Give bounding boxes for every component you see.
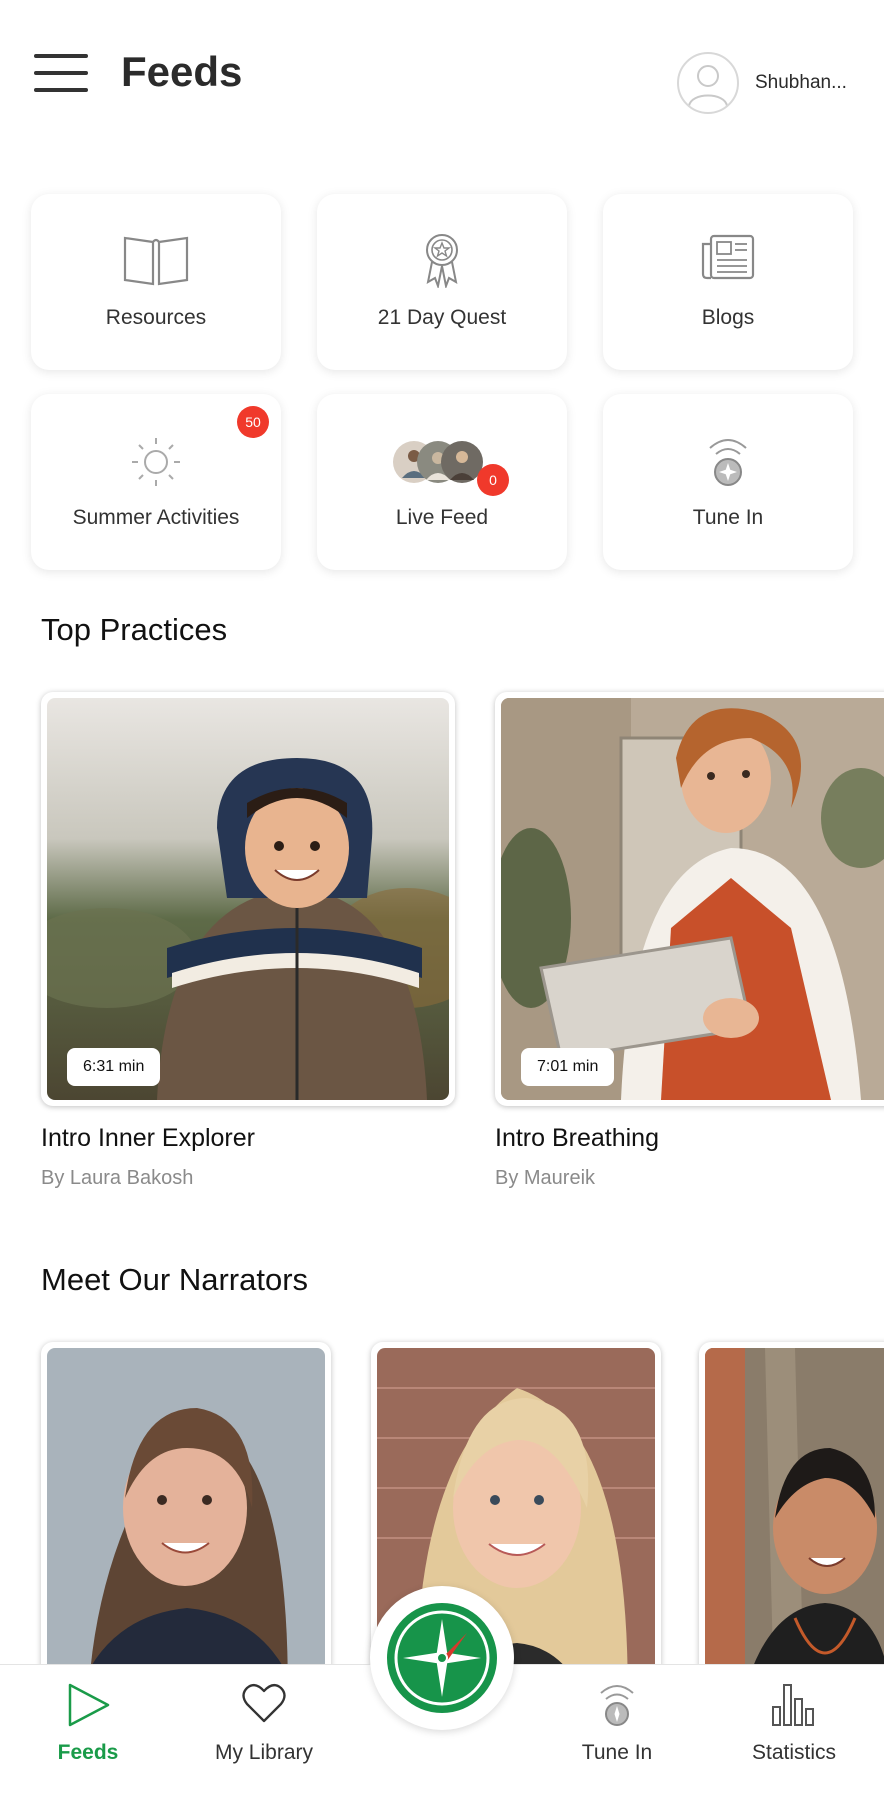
notification-badge: 0 [477, 464, 509, 496]
practice-card[interactable]: 7:01 min Intro Breathing By Maureik [495, 692, 884, 1190]
live-feed-thumbnails [392, 436, 492, 495]
section-title-top-practices: Top Practices [41, 612, 228, 647]
bar-chart-icon [771, 1681, 817, 1732]
tile-live-feed[interactable]: 0 Live Feed [317, 394, 567, 570]
nav-tune-in[interactable]: Tune In [537, 1665, 697, 1794]
notification-badge: 50 [237, 406, 269, 438]
duration-badge: 6:31 min [67, 1048, 161, 1086]
duration-badge: 7:01 min [521, 1048, 615, 1086]
tile-resources[interactable]: Resources [31, 194, 281, 370]
user-profile[interactable]: Shubhan... [677, 52, 847, 114]
tile-label: Resources [105, 306, 207, 329]
compass-icon [387, 1603, 497, 1713]
book-icon [121, 232, 191, 293]
avatar-icon [677, 52, 739, 114]
practice-author: By Maureik [495, 1167, 596, 1189]
user-name: Shubhan... [755, 72, 847, 93]
practice-title: Intro Breathing [495, 1124, 659, 1152]
award-ribbon-icon [420, 232, 464, 293]
tile-tune-in[interactable]: Tune In [603, 394, 853, 570]
newspaper-icon [699, 232, 757, 287]
nav-label: Feeds [57, 1741, 119, 1764]
section-title-meet-narrators: Meet Our Narrators [41, 1262, 309, 1297]
nav-feeds[interactable]: Feeds [8, 1665, 168, 1794]
tile-label: Live Feed [395, 506, 489, 529]
tile-label: Blogs [701, 306, 755, 329]
nav-my-library[interactable]: My Library [184, 1665, 344, 1794]
practice-author: By Laura Bakosh [41, 1167, 194, 1189]
practice-thumbnail-frame: 6:31 min [41, 692, 455, 1106]
sun-icon [128, 434, 184, 495]
nav-label: My Library [214, 1741, 314, 1764]
practice-image: 6:31 min [47, 698, 449, 1100]
tile-label: Tune In [692, 506, 764, 529]
practice-thumbnail-frame: 7:01 min [495, 692, 884, 1106]
heart-icon [241, 1681, 287, 1732]
nav-statistics[interactable]: Statistics [714, 1665, 874, 1794]
hamburger-menu-icon[interactable] [34, 54, 88, 94]
play-triangle-icon [64, 1681, 112, 1734]
tile-21-day-quest[interactable]: 21 Day Quest [317, 194, 567, 370]
tile-label: Summer Activities [72, 506, 240, 529]
practice-title: Intro Inner Explorer [41, 1124, 255, 1152]
tile-label: 21 Day Quest [377, 306, 507, 329]
tile-blogs[interactable]: Blogs [603, 194, 853, 370]
tile-summer-activities[interactable]: 50 Summer Activities [31, 394, 281, 570]
page-title: Feeds [121, 48, 243, 95]
practice-image: 7:01 min [501, 698, 884, 1100]
nav-label: Tune In [581, 1741, 653, 1764]
app-header: Feeds Shubhan... [0, 0, 884, 150]
compass-button[interactable] [370, 1586, 514, 1730]
tune-in-icon [704, 434, 752, 495]
nav-label: Statistics [751, 1741, 837, 1764]
tune-in-icon [597, 1681, 637, 1734]
practice-card[interactable]: 6:31 min Intro Inner Explorer By Laura B… [41, 692, 455, 1190]
